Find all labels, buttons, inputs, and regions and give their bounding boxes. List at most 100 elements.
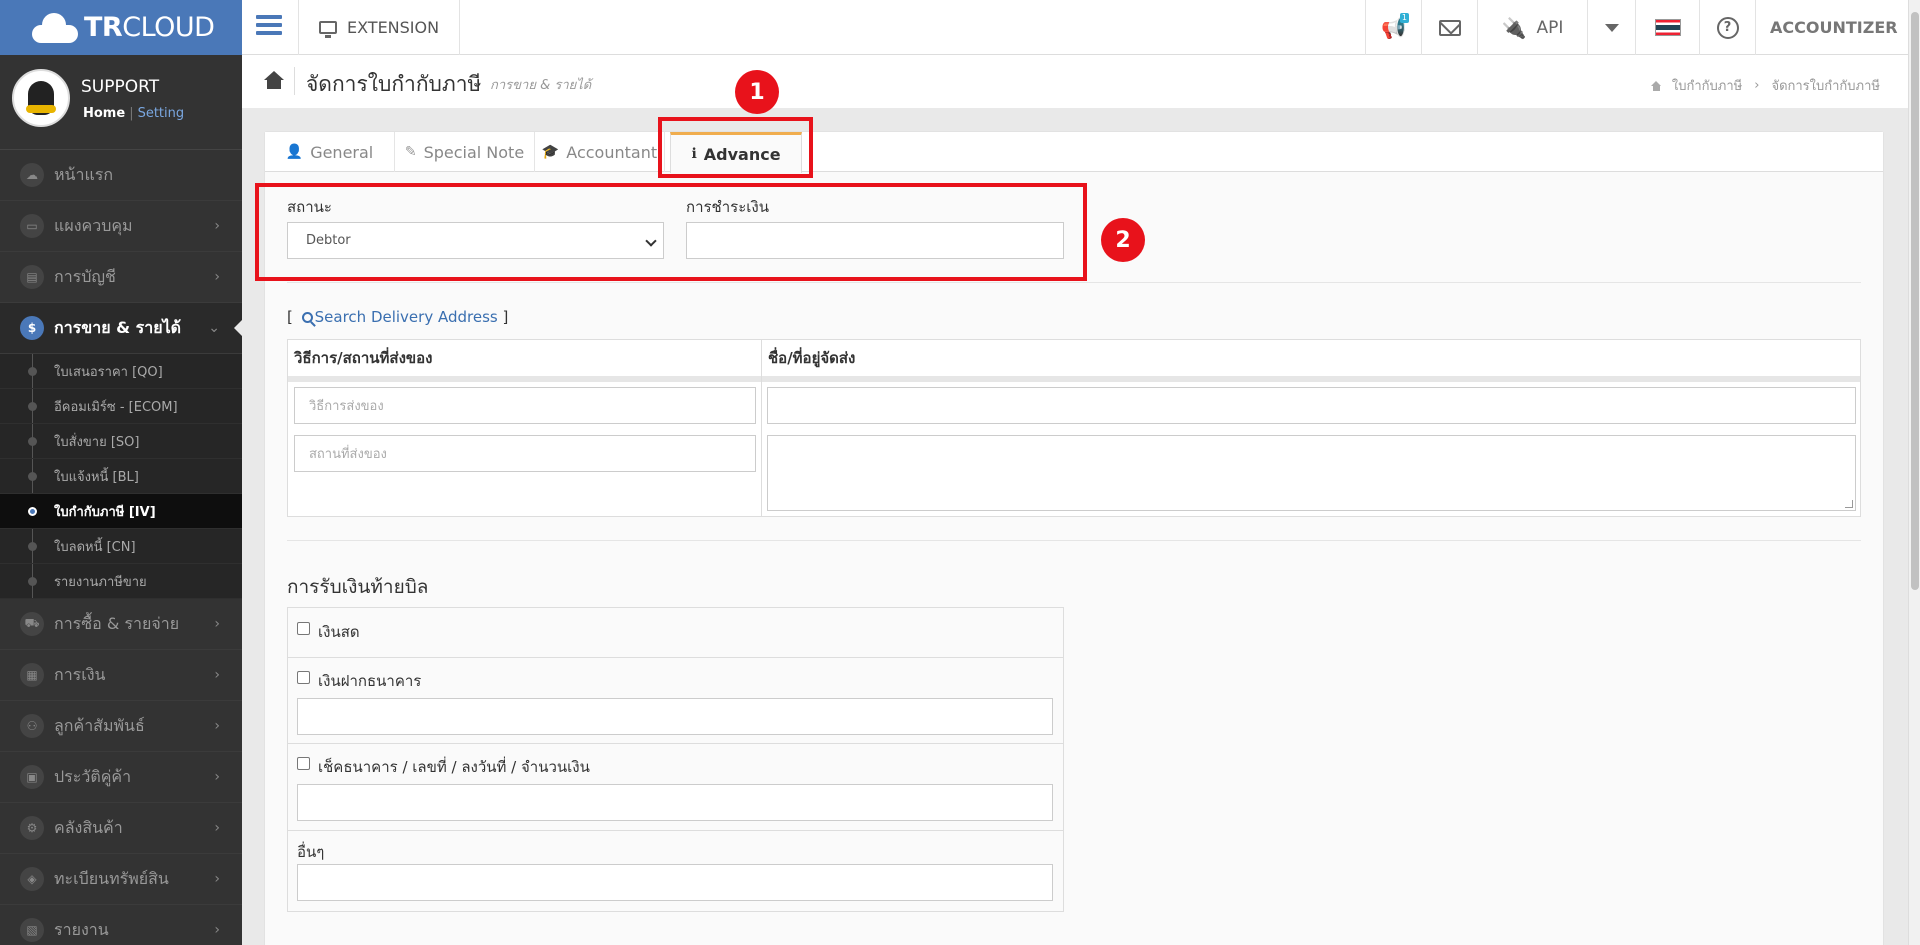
tab-general[interactable]: 👤 General	[265, 132, 395, 172]
chevron-right-icon: ›	[214, 218, 220, 234]
sidebar-item-partner-history[interactable]: ▣ ประวัติคู่ค้า ›	[0, 752, 242, 803]
breadcrumb: ใบกำกับภาษี › จัดการใบกำกับภาษี	[1650, 75, 1880, 96]
boxes-icon: ⚙	[20, 816, 44, 840]
setting-link[interactable]: Setting	[138, 106, 185, 121]
sidebar-item-inventory[interactable]: ⚙ คลังสินค้า ›	[0, 803, 242, 854]
user-icon: 👤	[285, 144, 304, 160]
home-link[interactable]: Home	[83, 106, 125, 121]
mail-button[interactable]	[1421, 0, 1477, 55]
report-icon: ▧	[20, 918, 44, 942]
submenu-item-sales-order[interactable]: ใบสั่งขาย [SO]	[0, 424, 242, 459]
status-select[interactable]: Debtor	[287, 222, 664, 259]
search-delivery-link[interactable]: Search Delivery Address	[315, 308, 498, 326]
sidebar-item-reports[interactable]: ▧ รายงาน ›	[0, 905, 242, 945]
delivery-address-textarea[interactable]	[767, 435, 1856, 511]
payment-row-cheque: เช็คธนาคาร / เลขที่ / ลงวันที่ / จำนวนเง…	[288, 744, 1063, 831]
page-scrollbar[interactable]	[1908, 0, 1920, 945]
note-icon: ✎	[404, 144, 417, 160]
book-icon: ▤	[20, 265, 44, 289]
cheque-input[interactable]	[297, 784, 1053, 821]
tab-accountant[interactable]: 🎓 Accountant	[535, 132, 665, 172]
home-icon[interactable]	[264, 71, 284, 89]
avatar[interactable]	[12, 69, 70, 127]
chevron-right-icon: ›	[214, 922, 220, 938]
payment-row-bank: เงินฝากธนาคาร	[288, 658, 1063, 744]
cloud-icon: ☁	[20, 163, 44, 187]
sidebar-item-sales[interactable]: $ การขาย & รายได้ ⌄	[0, 303, 242, 354]
monitor-icon	[319, 21, 337, 38]
delivery-name-input[interactable]	[767, 387, 1856, 424]
resize-handle[interactable]	[1845, 500, 1853, 508]
cash-checkbox[interactable]	[297, 622, 310, 635]
payment-label: การชำระเงิน	[686, 198, 769, 216]
chevron-right-icon: ›	[214, 269, 220, 285]
breadcrumb-item[interactable]: ใบกำกับภาษี	[1672, 75, 1742, 96]
column-header-method: วิธีการ/สถานที่ส่งของ	[288, 340, 761, 376]
invoice-form-panel: 👤 General ✎ Special Note 🎓 Accountant ℹ …	[264, 131, 1884, 945]
delivery-method-input[interactable]: วิธีการส่งของ	[294, 387, 756, 424]
chevron-right-icon: ›	[214, 667, 220, 683]
sidebar: SUPPORT Home | Setting ☁ หน้าแรก ▭ แผงควบค…	[0, 55, 242, 945]
users-icon: ⚇	[20, 714, 44, 738]
notification-badge: 1	[1399, 13, 1409, 23]
cash-label: เงินสด	[318, 623, 360, 641]
extension-button[interactable]: EXTENSION	[298, 0, 461, 55]
sidebar-item-purchases[interactable]: ⛟ การซื้อ & รายจ่าย ›	[0, 599, 242, 650]
calendar-icon: ▦	[20, 663, 44, 687]
thai-flag-icon	[1654, 19, 1681, 36]
cheque-checkbox[interactable]	[297, 757, 310, 770]
sidebar-item-accounting[interactable]: ▤ การบัญชี ›	[0, 252, 242, 303]
annotation-marker-2: 2	[1101, 218, 1145, 262]
brand-logo[interactable]: TRCLOUD	[0, 0, 242, 55]
brand-name: TRCLOUD	[84, 12, 215, 43]
notification-button[interactable]: 📢 1	[1365, 0, 1421, 55]
contact-icon: ▣	[20, 765, 44, 789]
cloud-logo-icon	[28, 12, 80, 43]
api-button[interactable]: 🔌 API	[1477, 0, 1587, 55]
user-profile: SUPPORT Home | Setting	[0, 55, 242, 150]
submenu-item-tax-invoice[interactable]: ใบกำกับภาษี [IV]	[0, 494, 242, 529]
chevron-down-icon: ⌄	[208, 320, 220, 336]
info-icon: ℹ	[691, 146, 697, 162]
bank-checkbox[interactable]	[297, 671, 310, 684]
language-button[interactable]	[1635, 0, 1699, 55]
status-label: สถานะ	[287, 198, 332, 216]
submenu-item-sales-tax-report[interactable]: รายงานภาษีขาย	[0, 564, 242, 599]
submenu-item-quotation[interactable]: ใบเสนอราคา [QO]	[0, 354, 242, 389]
payment-row-cash: เงินสด	[288, 608, 1063, 658]
search-icon	[301, 312, 313, 323]
chevron-right-icon: ›	[214, 871, 220, 887]
submenu-item-ecommerce[interactable]: อีคอมเมิร์ซ - [ECOM]	[0, 389, 242, 424]
home-icon[interactable]	[1650, 80, 1662, 91]
payment-receipt-box: เงินสด เงินฝากธนาคาร เช็คธนาคาร / เลขที่…	[287, 607, 1064, 912]
top-bar: TRCLOUD EXTENSION 📢 1 🔌 API ? ACCOUNTIZE…	[0, 0, 1920, 55]
cheque-label: เช็คธนาคาร / เลขที่ / ลงวันที่ / จำนวนเง…	[318, 758, 590, 776]
tab-special-note[interactable]: ✎ Special Note	[395, 132, 535, 172]
tab-advance[interactable]: ℹ Advance	[670, 132, 802, 173]
tab-bar: 👤 General ✎ Special Note 🎓 Accountant ℹ …	[265, 132, 1883, 173]
submenu-item-credit-note[interactable]: ใบลดหนี้ [CN]	[0, 529, 242, 564]
column-header-address: ชื่อ/ที่อยู่จัดส่ง	[762, 340, 1860, 376]
diamond-icon: ◈	[20, 867, 44, 891]
submenu-item-billing[interactable]: ใบแจ้งหนี้ [BL]	[0, 459, 242, 494]
sidebar-item-finance[interactable]: ▦ การเงิน ›	[0, 650, 242, 701]
menu-toggle-icon[interactable]	[256, 15, 282, 37]
company-menu[interactable]: ACCOUNTIZER	[1755, 0, 1920, 55]
envelope-icon	[1438, 19, 1461, 36]
page-title: จัดการใบกำกับภาษี	[306, 72, 482, 96]
api-label: API	[1536, 17, 1564, 38]
other-label: อื่นๆ	[297, 843, 325, 861]
sidebar-item-crm[interactable]: ⚇ ลูกค้าสัมพันธ์ ›	[0, 701, 242, 752]
delivery-place-input[interactable]: สถานที่ส่งของ	[294, 435, 756, 472]
help-button[interactable]: ?	[1699, 0, 1755, 55]
sidebar-item-assets[interactable]: ◈ ทะเบียนทรัพย์สิน ›	[0, 854, 242, 905]
sidebar-item-dashboard[interactable]: ▭ แผงควบคุม ›	[0, 201, 242, 252]
other-input[interactable]	[297, 864, 1053, 901]
user-name: SUPPORT	[81, 77, 160, 97]
payment-input[interactable]	[686, 222, 1064, 259]
bank-input[interactable]	[297, 698, 1053, 735]
dropdown-toggle[interactable]	[1587, 0, 1635, 55]
scrollbar-thumb[interactable]	[1911, 12, 1919, 590]
annotation-marker-1: 1	[735, 70, 779, 114]
sidebar-item-home[interactable]: ☁ หน้าแรก	[0, 150, 242, 201]
